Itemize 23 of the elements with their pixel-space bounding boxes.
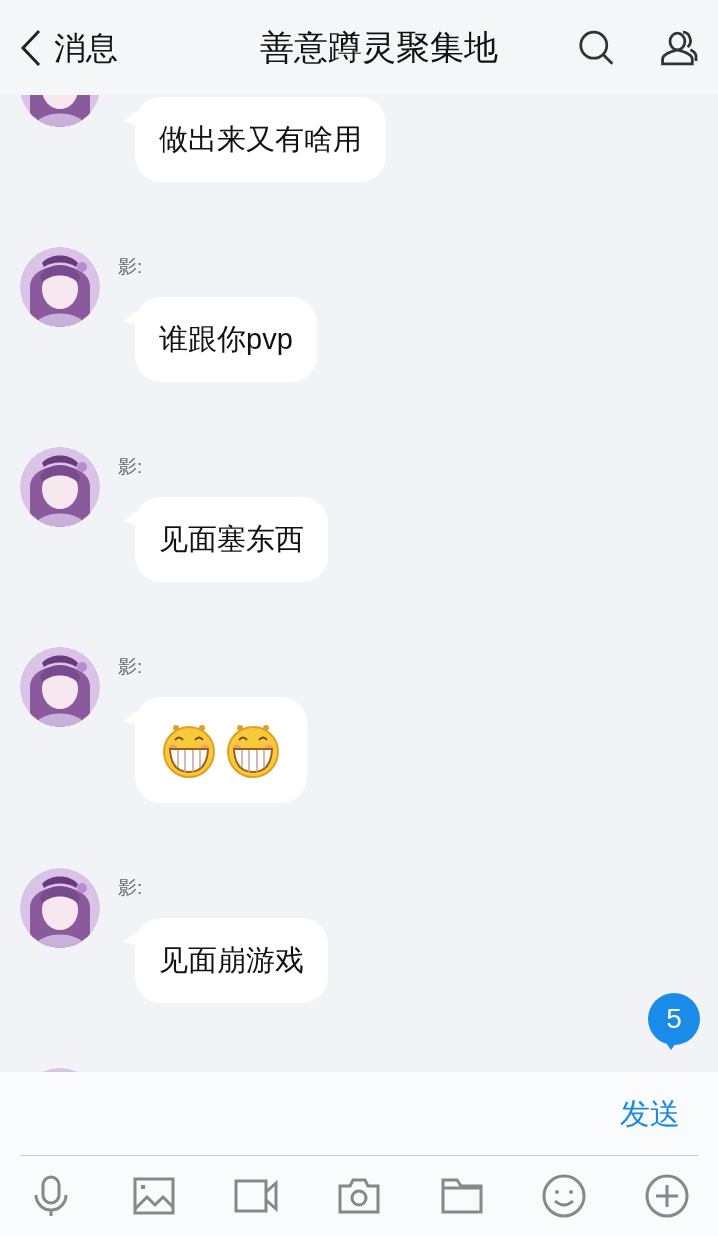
back-button[interactable]: 消息 bbox=[20, 23, 190, 72]
back-icon bbox=[20, 28, 42, 67]
message-text: 见面崩游戏 bbox=[159, 942, 304, 978]
unread-badge[interactable]: 5 bbox=[648, 993, 700, 1045]
sender-name: 影: bbox=[118, 256, 143, 277]
badge-tail bbox=[664, 1040, 678, 1050]
sender-name: 影: bbox=[118, 877, 143, 898]
folder-icon[interactable] bbox=[440, 1178, 483, 1214]
sender-name: 影: bbox=[118, 656, 143, 677]
add-icon[interactable] bbox=[644, 1174, 689, 1218]
image-icon[interactable] bbox=[132, 1177, 175, 1215]
grinning-face-icon bbox=[161, 722, 217, 778]
send-button[interactable]: 发送 bbox=[620, 1091, 680, 1136]
microphone-icon[interactable] bbox=[33, 1175, 70, 1217]
chat-title: 善意蹲灵聚集地 bbox=[259, 27, 499, 68]
camera-icon[interactable] bbox=[338, 1178, 380, 1214]
sender-name: 影: bbox=[118, 456, 143, 477]
grinning-face-icon bbox=[225, 722, 281, 778]
message-text: 见面塞东西 bbox=[159, 521, 304, 557]
message-text: 做出来又有啥用 bbox=[159, 121, 362, 157]
smiley-icon[interactable] bbox=[542, 1174, 587, 1218]
message-text: 谁跟你pvp bbox=[159, 321, 293, 357]
video-camera-icon[interactable] bbox=[234, 1179, 279, 1213]
